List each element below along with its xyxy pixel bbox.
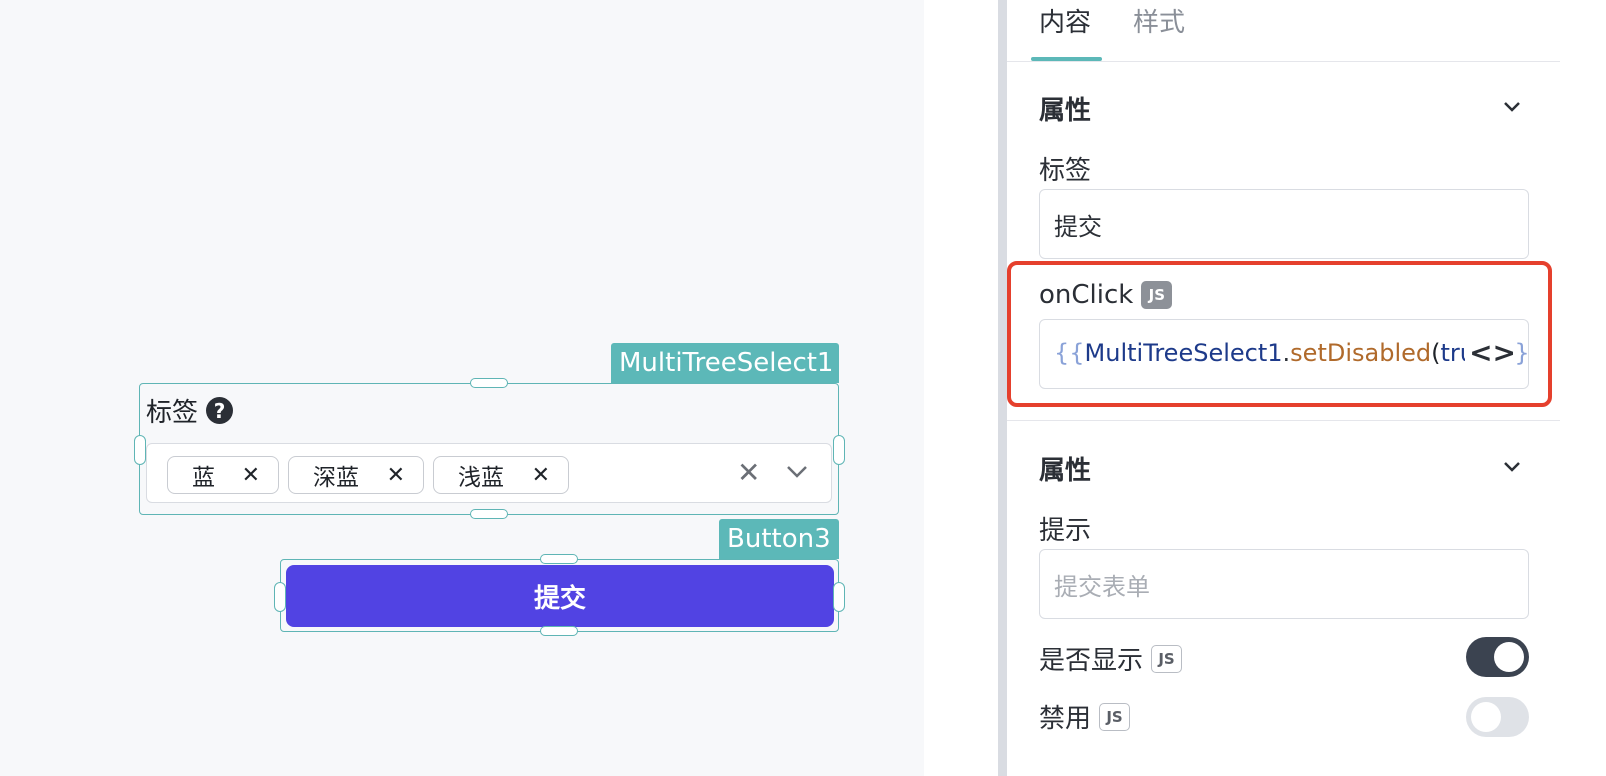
tab-style[interactable]: 样式 — [1133, 2, 1185, 39]
visible-toggle[interactable] — [1466, 637, 1529, 677]
tag-chip[interactable]: 深蓝 ✕ — [288, 456, 424, 494]
tag-chip-label: 深蓝 — [313, 465, 359, 491]
multitreeselect-input[interactable]: 蓝 ✕ 深蓝 ✕ 浅蓝 ✕ ✕ — [146, 443, 832, 503]
toggle-knob — [1471, 702, 1501, 732]
visible-field-label: 是否显示 JS — [1039, 640, 1183, 677]
js-mode-badge[interactable]: JS — [1151, 644, 1183, 673]
chevron-down-icon[interactable] — [1500, 98, 1524, 116]
resize-handle-left[interactable] — [274, 582, 286, 612]
resize-handle-bottom[interactable] — [540, 626, 578, 636]
tooltip-placeholder: 提交表单 — [1054, 572, 1150, 601]
disabled-label-text: 禁用 — [1039, 704, 1092, 734]
toggle-knob — [1494, 642, 1524, 672]
tag-chip[interactable]: 浅蓝 ✕ — [433, 456, 569, 494]
resize-handle-right[interactable] — [833, 582, 845, 612]
chevron-down-icon[interactable] — [785, 462, 809, 482]
section-divider — [1007, 420, 1560, 421]
label-input[interactable]: 提交 — [1039, 189, 1529, 259]
close-icon[interactable]: ✕ — [387, 463, 405, 488]
chevron-down-icon[interactable] — [1500, 458, 1524, 476]
close-icon[interactable]: ✕ — [242, 463, 260, 488]
tag-chip[interactable]: 蓝 ✕ — [167, 456, 279, 494]
tag-chip-label: 蓝 — [192, 465, 215, 491]
panel-resize-divider[interactable] — [998, 0, 1007, 776]
label-input-value: 提交 — [1054, 212, 1102, 241]
help-icon[interactable]: ? — [206, 397, 234, 424]
clear-all-icon[interactable]: ✕ — [737, 456, 760, 489]
resize-handle-top[interactable] — [540, 554, 578, 564]
disabled-field-label: 禁用 JS — [1039, 698, 1131, 735]
js-mode-badge[interactable]: JS — [1099, 702, 1131, 731]
resize-handle-left[interactable] — [134, 435, 146, 465]
component-tag-button: Button3 — [719, 519, 839, 559]
resize-handle-top[interactable] — [470, 378, 508, 388]
tag-chip-label: 浅蓝 — [458, 465, 504, 491]
submit-button[interactable]: 提交 — [286, 565, 834, 627]
field-label-label: 标签 — [1039, 156, 1092, 186]
canvas-gutter — [924, 0, 998, 776]
component-tag-multitreeselect: MultiTreeSelect1 — [611, 343, 839, 383]
multitreeselect-label: 标签 ? — [146, 392, 234, 429]
highlight-annotation — [1007, 261, 1552, 407]
field-label-tooltip: 提示 — [1039, 516, 1092, 546]
close-icon[interactable]: ✕ — [532, 463, 550, 488]
section-title-properties[interactable]: 属性 — [1039, 90, 1091, 127]
disabled-toggle[interactable] — [1466, 697, 1529, 737]
resize-handle-right[interactable] — [833, 435, 845, 465]
tab-content[interactable]: 内容 — [1039, 2, 1091, 39]
resize-handle-bottom[interactable] — [470, 509, 508, 519]
section-title-properties-2[interactable]: 属性 — [1039, 450, 1091, 487]
tooltip-input[interactable]: 提交表单 — [1039, 549, 1529, 619]
tabs-divider — [1007, 61, 1560, 62]
multitreeselect-label-text: 标签 — [146, 398, 199, 428]
visible-label-text: 是否显示 — [1039, 646, 1144, 676]
